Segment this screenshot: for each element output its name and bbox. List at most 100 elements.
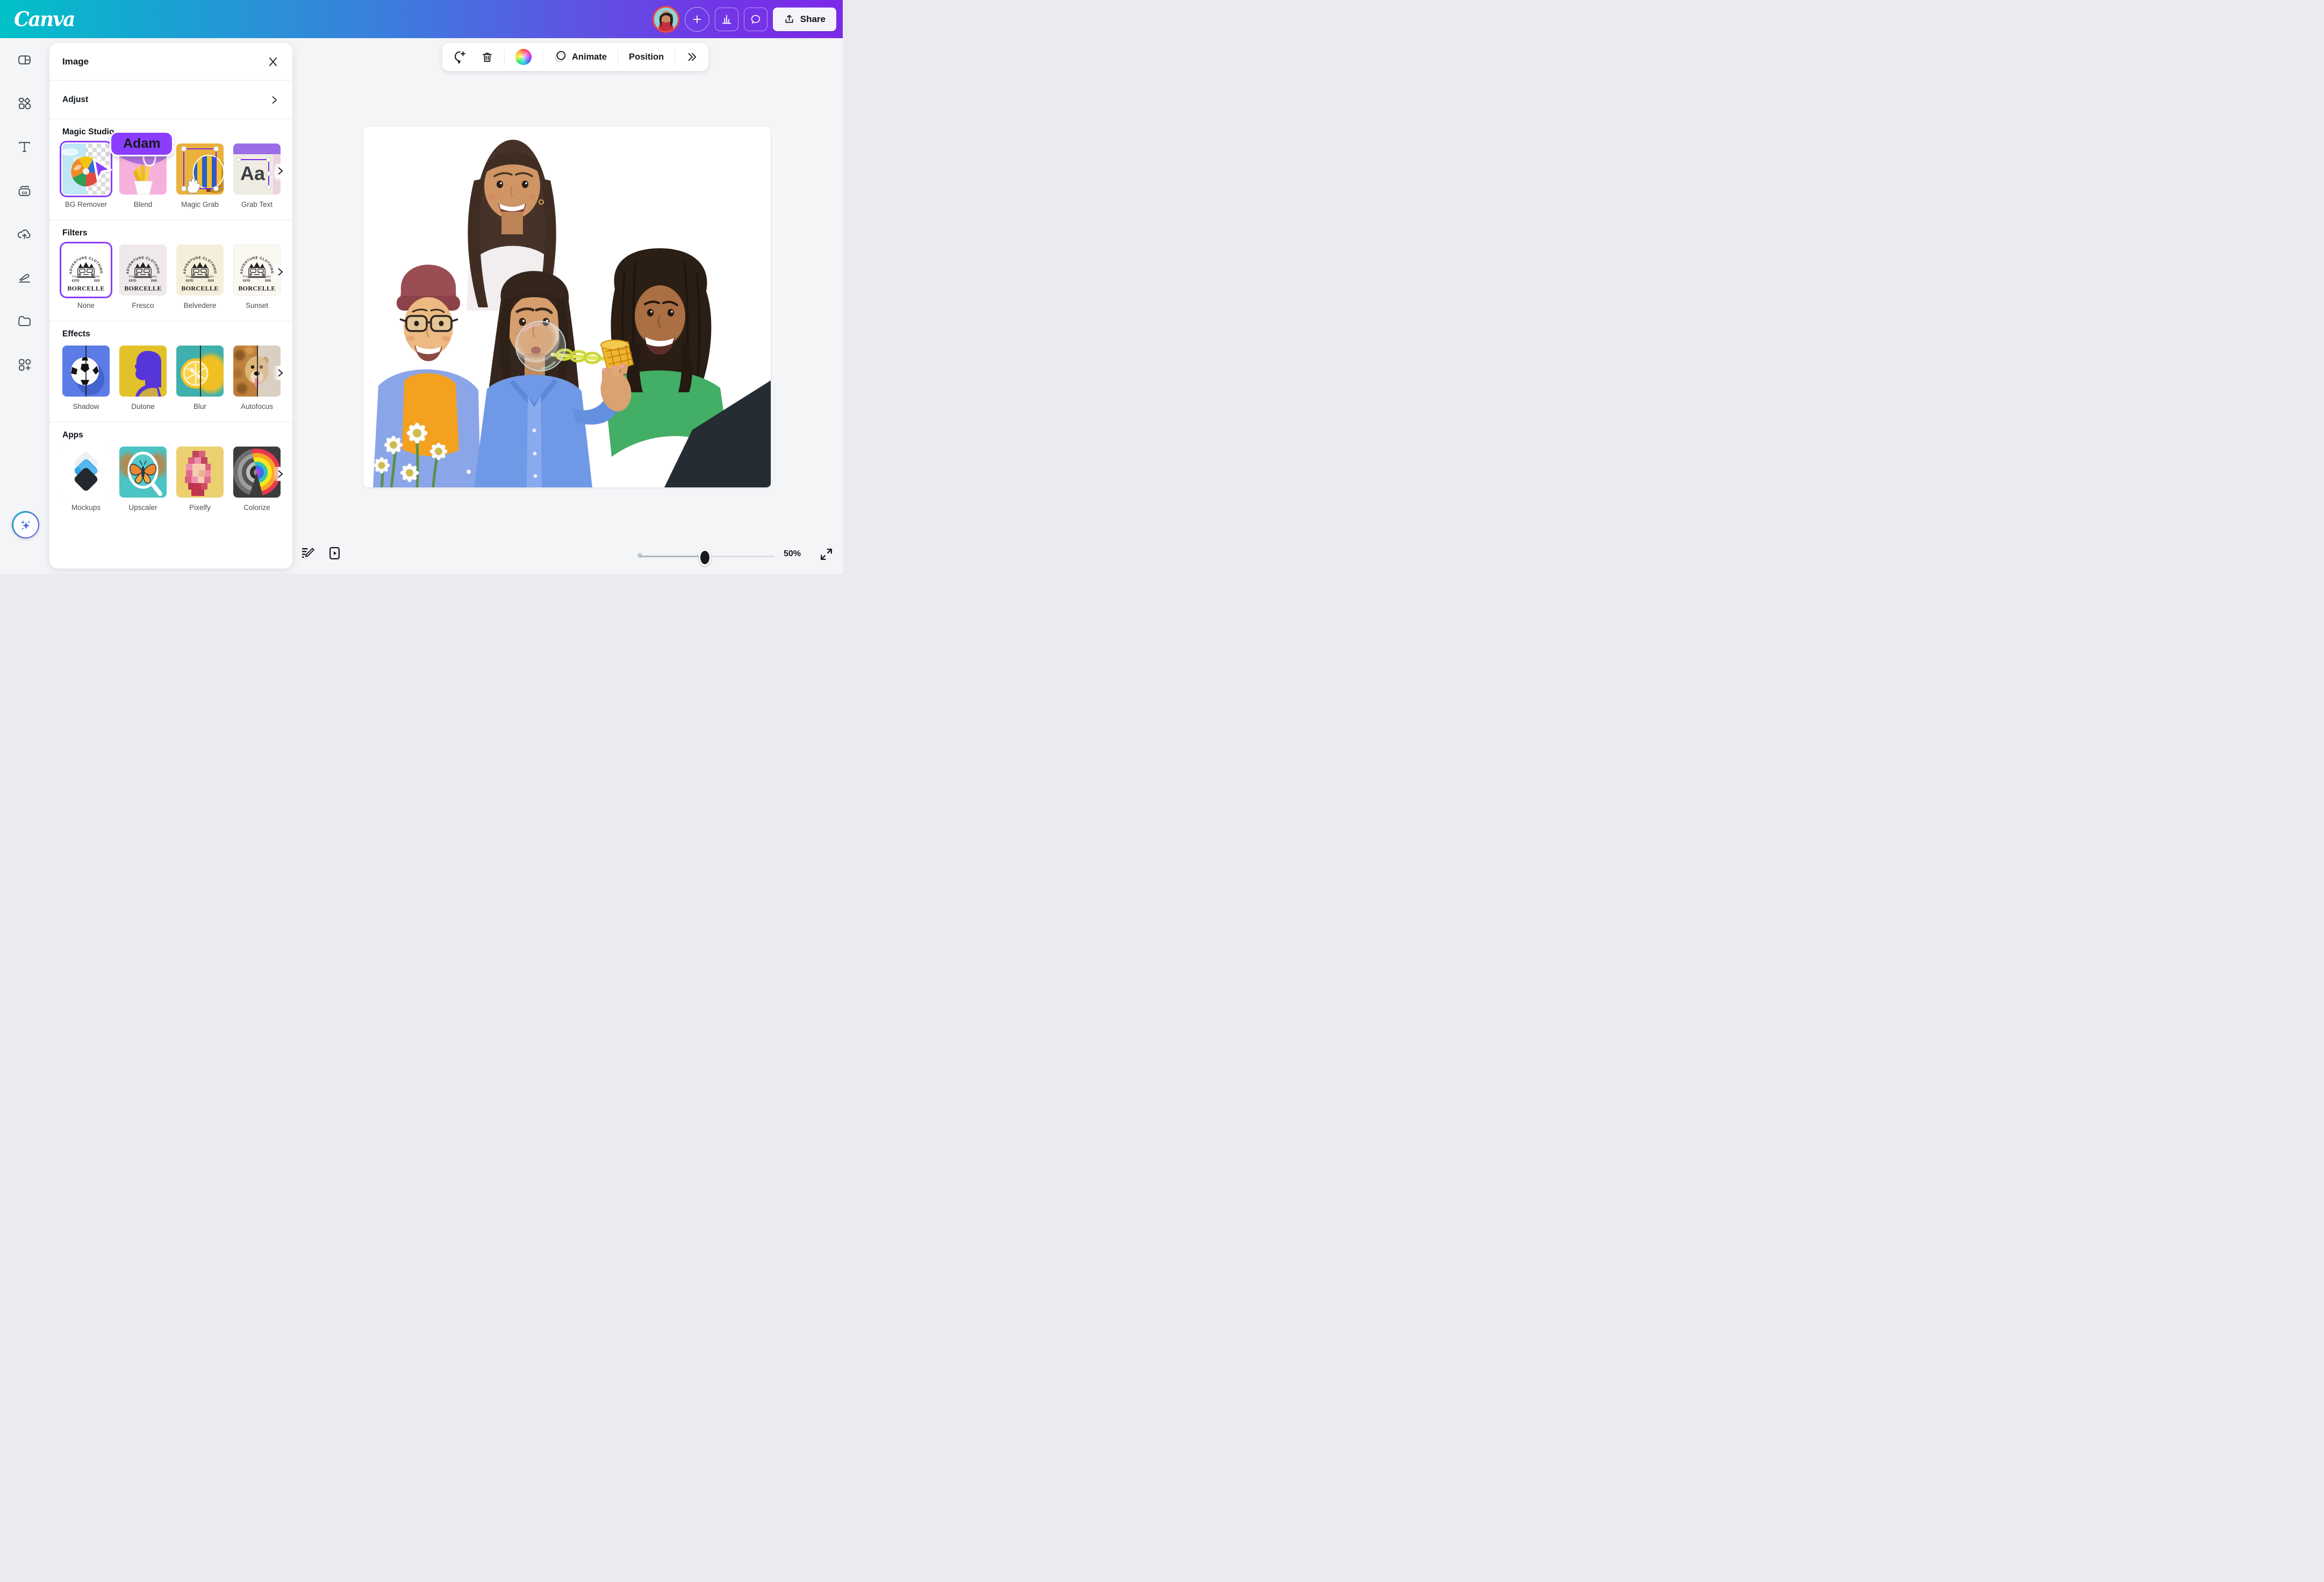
position-label: Position <box>629 52 664 62</box>
sidebar-item-apps[interactable] <box>9 343 39 386</box>
apps-section: Apps Mockups <box>49 422 292 523</box>
canva-editor: Canva <box>0 0 843 574</box>
svg-text:2020: 2020 <box>265 279 271 283</box>
tile-blur[interactable]: Blur <box>176 346 224 411</box>
tile-label: Fresco <box>119 301 167 310</box>
magic-grab-art <box>176 143 224 195</box>
sidebar-rail: co <box>0 38 48 574</box>
svg-text:BORCELLE: BORCELLE <box>238 285 275 292</box>
expand-icon <box>819 547 834 562</box>
color-picker-button[interactable] <box>512 47 535 67</box>
blur-art <box>176 346 224 397</box>
filters-scroll-right[interactable] <box>273 265 287 279</box>
tile-label: Mockups <box>62 504 110 512</box>
sidebar-item-design[interactable] <box>9 38 39 82</box>
chevron-right-icon <box>275 166 285 176</box>
svg-text:BORCELLE: BORCELLE <box>124 285 161 292</box>
zoom-slider-knob[interactable] <box>699 549 711 566</box>
sidebar-item-draw[interactable] <box>9 256 39 299</box>
tile-dutone[interactable]: Dutone <box>119 346 167 411</box>
tile-shadow[interactable]: Shadow <box>62 346 110 411</box>
close-icon[interactable] <box>267 55 279 68</box>
adjust-row[interactable]: Adjust <box>49 81 292 119</box>
sidebar-item-uploads[interactable] <box>9 212 39 256</box>
zoom-percentage[interactable]: 50% <box>784 549 801 559</box>
tile-filter-none[interactable]: ADVENTURE CLOTHING Finest Quality ESTD 2… <box>62 245 110 310</box>
soap-bubble <box>516 321 565 371</box>
tile-label: BG Remover <box>62 200 110 208</box>
position-button[interactable]: Position <box>626 50 667 64</box>
chevron-right-icon <box>275 469 285 479</box>
tile-filter-belvedere[interactable]: ADVENTURE CLOTHING Finest Quality ESTD 2… <box>176 245 224 310</box>
avatar[interactable] <box>652 6 679 33</box>
adventure-badge: ADVENTURE CLOTHING Finest Quality ESTD 2… <box>119 245 167 296</box>
tile-label: Shadow <box>62 402 110 411</box>
zoom-slider-fill <box>639 556 704 557</box>
magic-studio-scroll-right[interactable] <box>273 164 287 178</box>
present-icon[interactable] <box>327 546 342 560</box>
tile-mockups[interactable]: Mockups <box>62 447 110 512</box>
tile-label: Upscaler <box>119 504 167 512</box>
add-comment-button[interactable] <box>450 48 470 66</box>
chevron-right-icon <box>269 95 279 105</box>
svg-text:Quality: Quality <box>149 275 157 278</box>
tile-pixelfy[interactable]: Pixelfy <box>176 447 224 512</box>
notes-icon[interactable] <box>301 546 315 560</box>
share-label: Share <box>800 14 826 25</box>
trash-icon <box>481 51 493 63</box>
svg-text:Aa: Aa <box>240 162 266 184</box>
adjust-label: Adjust <box>62 95 88 105</box>
design-canvas[interactable] <box>363 127 771 487</box>
friends-photo <box>363 127 771 487</box>
tile-magic-grab[interactable]: Magic Grab <box>176 143 224 208</box>
image-panel: Image Adjust Magic Studio <box>49 43 292 569</box>
context-toolbar: Animate Position <box>442 43 708 71</box>
effects-scroll-right[interactable] <box>273 366 287 380</box>
comment-plus-icon <box>453 50 467 64</box>
tile-label: None <box>62 301 110 310</box>
tile-label: Autofocus <box>233 402 281 411</box>
brand-co-icon: co <box>17 183 32 198</box>
share-button[interactable]: Share <box>773 8 836 31</box>
svg-text:Finest: Finest <box>185 275 193 278</box>
sidebar-item-text[interactable] <box>9 125 39 169</box>
sidebar-item-projects[interactable] <box>9 299 39 343</box>
tile-filter-fresco[interactable]: ADVENTURE CLOTHING Finest Quality ESTD 2… <box>119 245 167 310</box>
design-icon <box>17 53 32 67</box>
insights-button[interactable] <box>715 8 738 31</box>
comments-button[interactable] <box>744 8 768 31</box>
sparkles-icon <box>19 518 33 532</box>
sidebar-item-elements[interactable] <box>9 82 39 125</box>
double-chevron-right-icon <box>686 51 698 63</box>
collaborator-cursor-icon <box>89 158 114 184</box>
shadow-art <box>62 346 110 397</box>
tile-label: Magic Grab <box>176 200 224 208</box>
filters-section: Filters ADVENTURE CLOTHING Finest Qualit… <box>49 220 292 321</box>
animate-label: Animate <box>572 52 607 62</box>
collaborator-label: Adam <box>110 131 174 156</box>
svg-text:Quality: Quality <box>263 275 271 278</box>
canva-assistant-button[interactable] <box>12 511 39 538</box>
sidebar-item-brand[interactable]: co <box>9 169 39 212</box>
animate-button[interactable]: Animate <box>550 48 610 66</box>
svg-text:Quality: Quality <box>206 275 214 278</box>
color-wheel-icon <box>515 49 532 65</box>
apps-scroll-right[interactable] <box>273 467 287 481</box>
svg-text:ESTD: ESTD <box>72 279 80 283</box>
top-bar: Canva <box>0 0 843 38</box>
folder-icon <box>17 314 32 328</box>
tile-upscaler[interactable]: Upscaler <box>119 447 167 512</box>
effects-section: Effects <box>49 321 292 422</box>
tile-label: Dutone <box>119 402 167 411</box>
more-options-button[interactable] <box>683 49 701 65</box>
canva-logo[interactable]: Canva <box>14 7 74 31</box>
add-member-button[interactable] <box>685 7 709 32</box>
zoom-slider[interactable] <box>639 551 775 562</box>
svg-text:co: co <box>21 190 27 195</box>
fullscreen-button[interactable] <box>819 547 834 562</box>
svg-text:Finest: Finest <box>128 275 136 278</box>
delete-button[interactable] <box>478 49 497 66</box>
text-icon <box>17 140 32 154</box>
svg-text:Finest: Finest <box>71 275 79 278</box>
mockups-art <box>62 447 110 498</box>
